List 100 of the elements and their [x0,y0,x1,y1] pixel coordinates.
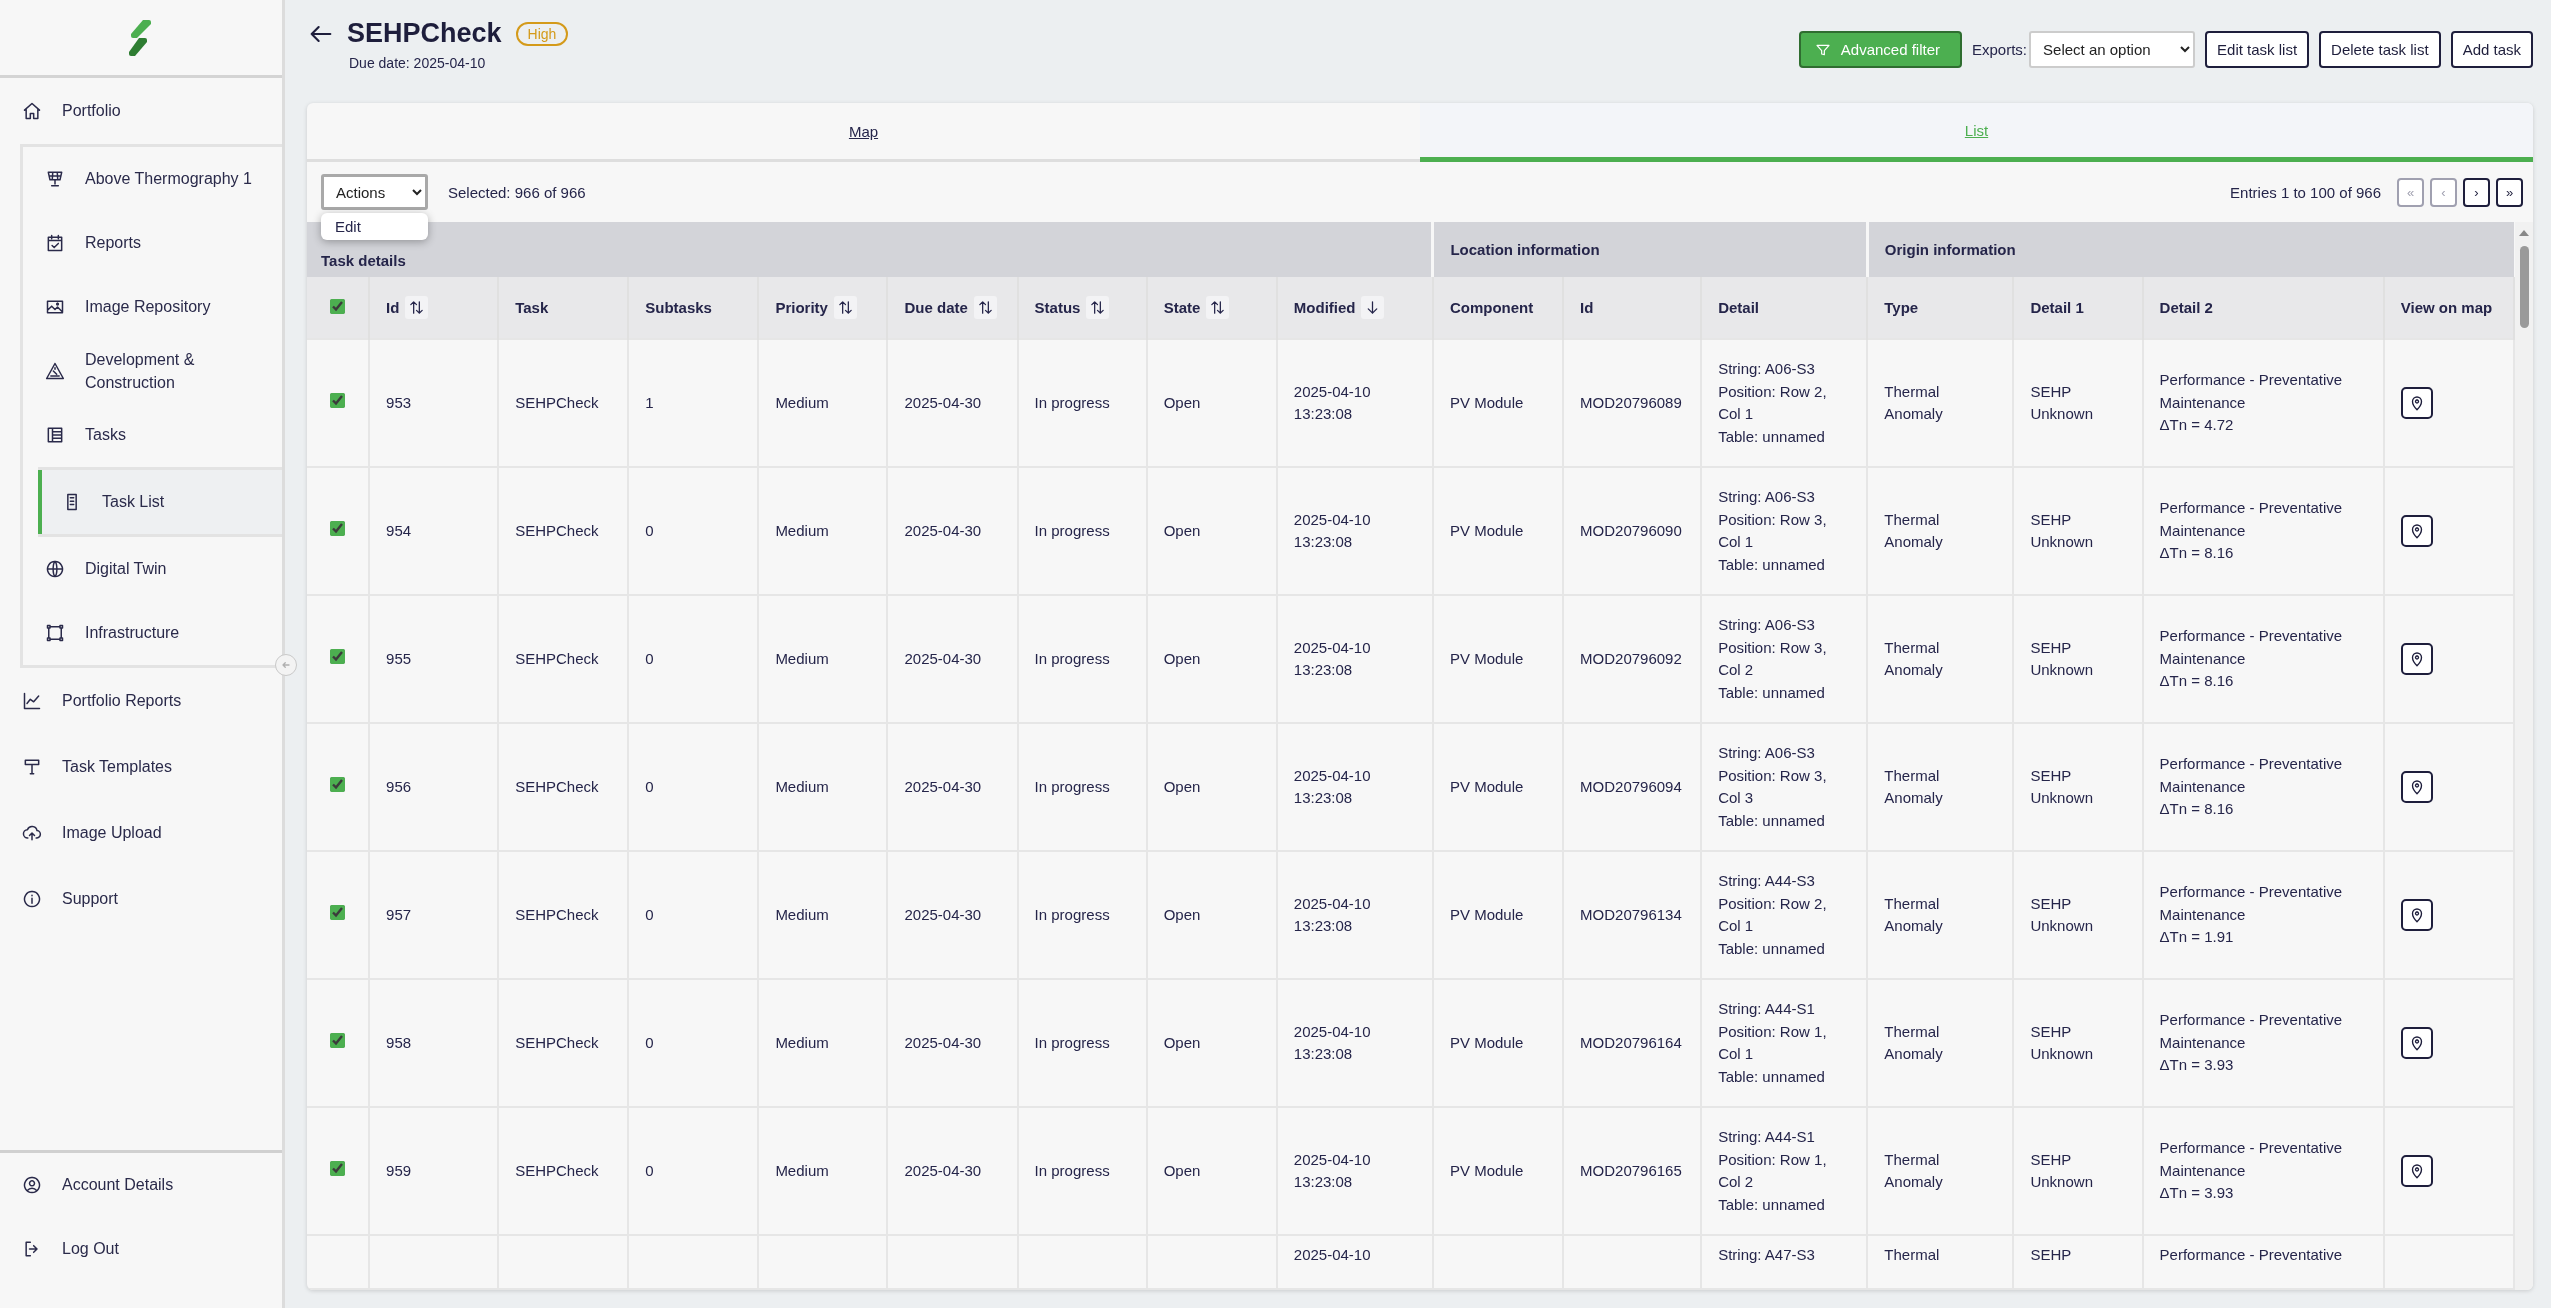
column-header: Due date [904,299,968,316]
table-cell: MOD20796089 [1580,393,1682,411]
column-header: Id [386,299,400,316]
view-on-map-button[interactable] [2400,387,2433,419]
table-cell: In progress [1034,521,1110,539]
table-cell: 2025-04-10 13:23:08 [1293,766,1371,806]
table-cell: 0 [645,649,654,667]
table-cell-text: Performance - Preventative Maintenance ΔTn = 8.16 [2159,754,2344,820]
row-checkbox[interactable] [330,1032,345,1048]
table-cell: 2025-04-30 [904,1161,982,1179]
info-icon [22,889,42,909]
table-cell: PV Module [1449,905,1524,923]
table-cell-text: String: A47-S3 [1718,1245,1816,1265]
table-cell: 2025-04-10 13:23:08 [1293,1150,1371,1190]
row-checkbox[interactable] [330,776,345,792]
pagination-button[interactable]: › [2463,177,2490,207]
sidebar-item[interactable]: Image Upload [0,800,282,866]
table-cell: In progress [1034,393,1110,411]
sidebar-item[interactable]: Development & Construction [23,339,282,403]
menu-item[interactable]: Edit [321,216,428,237]
column-header: Status [1034,299,1081,316]
sidebar-item[interactable]: Support [0,866,282,932]
table-cell: Medium [775,1033,829,1051]
row-checkbox[interactable] [330,1160,345,1176]
toolbar-button[interactable]: Add task [2450,31,2533,68]
due-date: Due date: 2025-04-10 [349,55,487,71]
table-cell: 2025-04-10 13:23:08 [1293,894,1371,934]
table-cell: Medium [775,777,829,795]
table-cell: 0 [645,1161,654,1179]
sidebar-item[interactable]: Tasks [23,403,282,467]
view-on-map-button[interactable] [2400,1027,2433,1059]
table-cell: 955 [386,649,412,667]
scrollbar[interactable] [2515,222,2533,1290]
sidebar-item[interactable]: Portfolio Reports [0,668,282,734]
sidebar-item[interactable]: Task List [38,470,282,534]
table-cell: SEHP Unknown [2030,894,2093,934]
letter-t-icon [22,757,42,777]
table-cell: SEHPCheck [515,521,599,539]
table-cell-text: Performance - Preventative Maintenance ΔTn = 1.91 [2159,882,2344,948]
table-cell: 953 [386,393,412,411]
sidebar-item[interactable]: Portfolio [0,78,282,144]
toolbar-button[interactable]: Delete task list [2319,31,2441,68]
table-cell: Thermal Anomaly [1884,1022,1943,1062]
table-cell: MOD20796092 [1580,649,1682,667]
logo-icon [129,17,153,58]
table-cell: SEHP Unknown [2030,1150,2093,1190]
sidebar-item[interactable]: Above Thermography 1 [23,147,282,211]
table-cell-text: Performance - Preventative [2159,1245,2344,1265]
sidebar-item[interactable]: Reports [23,211,282,275]
row-checkbox[interactable] [330,392,345,408]
sidebar-item[interactable]: Account Details [0,1153,282,1217]
row-checkbox[interactable] [330,520,345,536]
row-checkbox[interactable] [330,904,345,920]
view-on-map-button[interactable] [2400,1155,2433,1187]
row-checkbox[interactable] [330,648,345,664]
sidebar-item[interactable]: Infrastructure [23,601,282,665]
view-on-map-button[interactable] [2400,899,2433,931]
sidebar-item[interactable]: Log Out [0,1217,282,1281]
toolbar-button[interactable]: Edit task list [2205,31,2310,68]
table-cell: 959 [386,1161,412,1179]
table-cell: In progress [1034,649,1110,667]
table-cell: Thermal [1884,1246,1940,1263]
actions-select[interactable]: Actions [321,174,428,210]
table-cell-text: String: A44-S1 Position: Row 1, Col 1 Table: unnamed [1718,999,1828,1087]
sidebar-item[interactable]: Task Templates [0,734,282,800]
page-title: SEHPCheck [347,18,502,49]
table-cell: Medium [775,905,829,923]
table-cell: PV Module [1449,393,1524,411]
table-cell-text: Performance - Preventative Maintenance ΔTn = 8.16 [2159,626,2344,692]
frame-icon [45,623,65,643]
table-cell: 2025-04-30 [904,777,982,795]
image-icon [45,297,65,317]
table-cell-text: String: A06-S3 Position: Row 3, Col 3 Table: unnamed [1718,743,1828,831]
view-on-map-button[interactable] [2400,643,2433,675]
view-on-map-button[interactable] [2400,771,2433,803]
tab[interactable]: Map [307,103,1420,162]
table-cell: Medium [775,1161,829,1179]
column-header: Detail 2 [2159,299,2213,316]
table-cell: 0 [645,521,654,539]
table-cell: MOD20796164 [1580,1033,1682,1051]
table-cell: 2025-04-30 [904,1033,982,1051]
table-cell-text: String: A44-S1 Position: Row 1, Col 2 Table: unnamed [1718,1127,1828,1215]
table-cell: SEHP Unknown [2030,510,2093,550]
table-cell: 2025-04-30 [904,649,982,667]
table-cell: 2025-04-10 13:23:08 [1293,510,1371,550]
priority-badge: High [515,21,569,46]
sidebar-item[interactable]: Image Repository [23,275,282,339]
table-cell: 957 [386,905,412,923]
table-cell-text: String: A06-S3 Position: Row 3, Col 2 Table: unnamed [1718,615,1828,703]
user-icon [22,1175,42,1195]
exports-select[interactable]: Select an option [2029,31,2196,68]
table-cell: 0 [645,777,654,795]
view-on-map-button[interactable] [2400,515,2433,547]
select-all-checkbox[interactable] [329,298,345,314]
table-cell: 2025-04-10 [1293,1246,1371,1263]
sidebar-item[interactable]: Digital Twin [23,537,282,601]
table-cell: Open [1163,1033,1201,1051]
home-icon [22,101,42,121]
table-cell-text: Performance - Preventative Maintenance ΔTn = 8.16 [2159,498,2344,564]
pagination-button[interactable]: » [2496,177,2523,207]
